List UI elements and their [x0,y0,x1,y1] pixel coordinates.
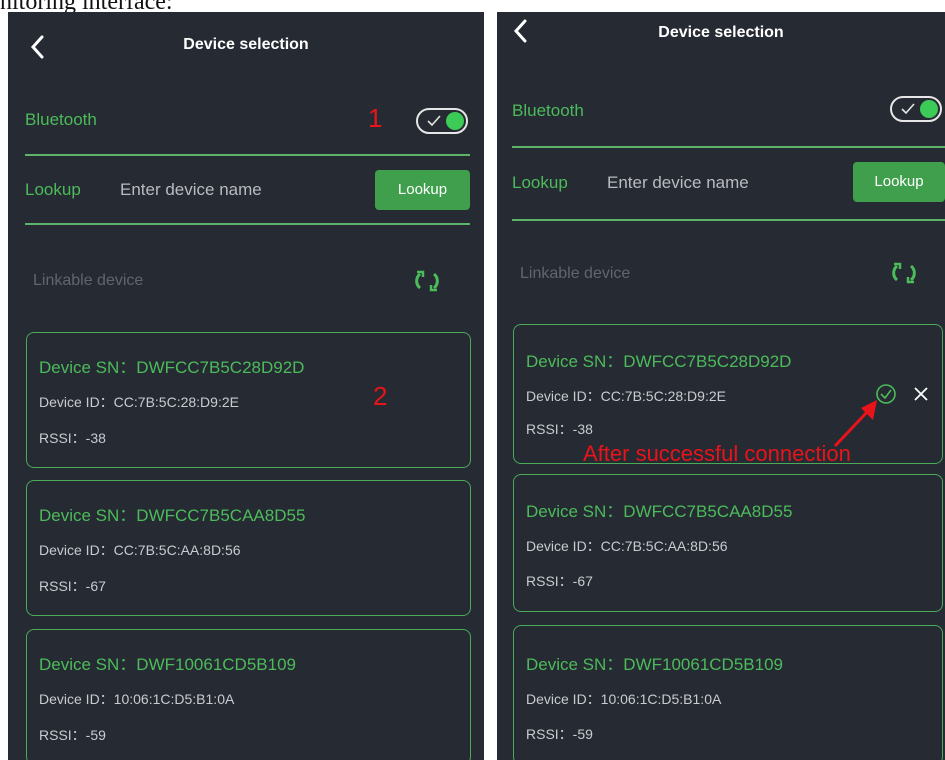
toggle-check-icon [426,113,442,129]
device-selection-screen-after: Device selection Bluetooth Lookup Lookup… [497,12,945,760]
divider [25,223,470,225]
divider [25,154,470,156]
device-card[interactable]: Device SN：DWF10061CD5B109 Device ID：10:0… [26,629,471,760]
device-sn: Device SN：DWF10061CD5B109 [39,655,296,674]
header: Device selection [8,28,484,68]
divider [512,219,945,221]
linkable-device-label: Linkable device [520,265,631,282]
device-sn: Device SN：DWFCC7B5CAA8D55 [39,506,306,525]
device-card[interactable]: Device SN：DWF10061CD5B109 Device ID：10:0… [513,625,943,760]
device-sn: Device SN：DWFCC7B5C28D92D [39,358,305,377]
lookup-label: Lookup [512,173,568,192]
device-id: Device ID：10:06:1C:D5:B1:0A [526,691,722,707]
device-card[interactable]: Device SN：DWFCC7B5C28D92D Device ID：CC:7… [26,332,471,468]
linkable-device-label: Linkable device [33,272,144,289]
close-icon[interactable] [912,385,930,403]
toggle-knob [920,100,938,118]
device-card[interactable]: Device SN：DWFCC7B5CAA8D55 Device ID：CC:7… [26,480,471,616]
header: Device selection [497,16,945,56]
device-rssi: RSSI：-67 [39,578,106,594]
device-rssi: RSSI：-38 [526,421,593,437]
device-id: Device ID：CC:7B:5C:28:D9:2E [526,388,726,404]
device-id: Device ID：CC:7B:5C:AA:8D:56 [526,538,728,554]
device-sn: Device SN：DWFCC7B5C28D92D [526,352,792,371]
device-sn: Device SN：DWF10061CD5B109 [526,655,783,674]
device-id: Device ID：CC:7B:5C:AA:8D:56 [39,542,241,558]
success-annotation: After successful connection [583,441,851,466]
lookup-label: Lookup [25,180,81,199]
lookup-button[interactable]: Lookup [853,162,945,202]
bluetooth-toggle[interactable] [890,96,942,122]
search-input[interactable] [607,171,847,195]
marker-1: 1 [368,103,383,133]
device-rssi: RSSI：-59 [526,726,593,742]
bluetooth-toggle[interactable] [416,108,468,134]
device-sn: Device SN：DWFCC7B5CAA8D55 [526,502,793,521]
bluetooth-label: Bluetooth [25,110,97,129]
refresh-icon[interactable] [891,258,917,288]
toggle-knob [446,112,464,130]
device-card[interactable]: Device SN：DWFCC7B5CAA8D55 Device ID：CC:7… [513,474,943,612]
device-id: Device ID：CC:7B:5C:28:D9:2E [39,394,239,410]
divider [512,146,945,148]
lookup-button[interactable]: Lookup [375,170,470,210]
device-rssi: RSSI：-59 [39,727,106,743]
refresh-icon[interactable] [414,266,440,296]
search-input[interactable] [120,178,370,202]
page-title: Device selection [183,36,309,53]
device-selection-screen-before: Device selection Bluetooth 1 Lookup Look… [8,12,484,760]
device-rssi: RSSI：-67 [526,573,593,589]
device-rssi: RSSI：-38 [39,430,106,446]
page-title: Device selection [658,24,784,41]
bluetooth-label: Bluetooth [512,101,584,120]
toggle-check-icon [900,101,916,117]
marker-2: 2 [373,381,388,411]
device-id: Device ID：10:06:1C:D5:B1:0A [39,691,235,707]
